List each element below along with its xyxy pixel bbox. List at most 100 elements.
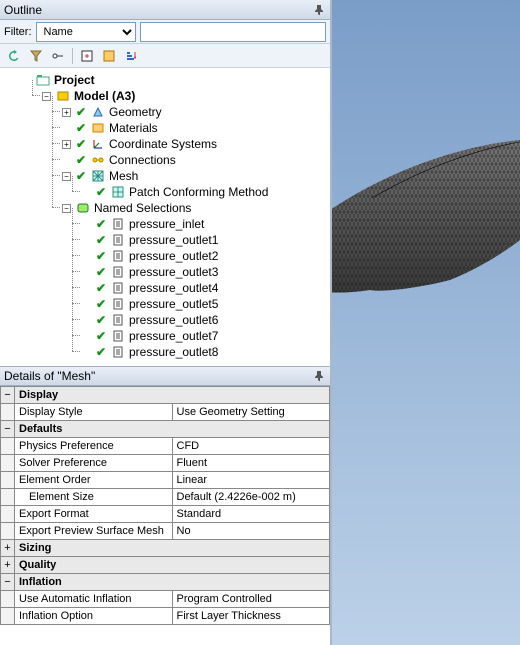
- tree-named-selection-item[interactable]: ✔ pressure_outlet6: [82, 312, 328, 328]
- check-icon: ✔: [75, 170, 87, 182]
- expand-icon[interactable]: +: [1, 557, 15, 574]
- check-icon: ✔: [95, 218, 107, 230]
- named-selections-icon: [75, 200, 91, 216]
- check-icon: ✔: [95, 330, 107, 342]
- filter-label: Filter:: [4, 26, 32, 38]
- tree-coord-systems[interactable]: + ✔ Coordinate Systems: [62, 136, 328, 152]
- tree-model[interactable]: − Model (A3): [42, 88, 328, 104]
- prop-key: Element Size: [15, 489, 173, 506]
- check-icon: ✔: [75, 138, 87, 150]
- tree-named-selection-item[interactable]: ✔pressure_outlet7: [82, 328, 328, 344]
- selection-icon: [110, 312, 126, 328]
- selection-icon: [110, 248, 126, 264]
- prop-value[interactable]: Fluent: [172, 455, 330, 472]
- selection-icon: [110, 296, 126, 312]
- selection-label: pressure_outlet6: [129, 313, 218, 328]
- prop-key: Display Style: [15, 404, 173, 421]
- collapse-icon[interactable]: −: [62, 204, 71, 213]
- connections-icon: [90, 152, 106, 168]
- prop-value[interactable]: Use Geometry Setting: [172, 404, 330, 421]
- pin-icon[interactable]: [312, 3, 326, 17]
- group-inflation[interactable]: Inflation: [15, 574, 330, 591]
- collapse-icon[interactable]: −: [1, 574, 15, 591]
- prop-key: Export Preview Surface Mesh: [15, 523, 173, 540]
- suppress-icon[interactable]: [99, 46, 119, 66]
- selection-label: pressure_outlet5: [129, 297, 218, 312]
- check-icon: ✔: [95, 282, 107, 294]
- tree-named-selection-item[interactable]: ✔pressure_outlet8: [82, 344, 328, 360]
- tree-geometry[interactable]: + ✔ Geometry: [62, 104, 328, 120]
- pin-icon[interactable]: [312, 369, 326, 383]
- tree-connections[interactable]: ✔ Connections: [62, 152, 328, 168]
- filter-type-select[interactable]: Name: [36, 22, 136, 42]
- expand-icon[interactable]: +: [62, 108, 71, 117]
- collapse-icon[interactable]: −: [1, 387, 15, 404]
- details-grid[interactable]: −Display Display StyleUse Geometry Setti…: [0, 386, 330, 645]
- tree-named-selection-item[interactable]: ✔ pressure_outlet5: [82, 296, 328, 312]
- check-icon: ✔: [75, 154, 87, 166]
- tree-materials[interactable]: ✔ Materials: [62, 120, 328, 136]
- filter-input[interactable]: [140, 22, 327, 42]
- project-icon: [35, 72, 51, 88]
- prop-value[interactable]: Program Controlled: [172, 591, 330, 608]
- tree-named-selection-item[interactable]: ✔pressure_inlet: [82, 216, 328, 232]
- axes-icon: [90, 136, 106, 152]
- toolbar-separator: [72, 48, 73, 64]
- prop-value[interactable]: No: [172, 523, 330, 540]
- expand-icon[interactable]: +: [62, 140, 71, 149]
- check-icon: ✔: [95, 298, 107, 310]
- materials-icon: [90, 120, 106, 136]
- collapse-icon[interactable]: −: [62, 172, 71, 181]
- group-quality[interactable]: Quality: [15, 557, 330, 574]
- outline-tree[interactable]: Project − Model (A3) + ✔: [0, 68, 330, 366]
- show-all-icon[interactable]: [77, 46, 97, 66]
- selection-icon: [110, 232, 126, 248]
- sort-icon[interactable]: [121, 46, 141, 66]
- check-icon: ✔: [95, 250, 107, 262]
- expand-icon[interactable]: +: [1, 540, 15, 557]
- clear-filter-icon[interactable]: [26, 46, 46, 66]
- check-icon: ✔: [75, 106, 87, 118]
- group-display[interactable]: Display: [15, 387, 330, 404]
- group-defaults[interactable]: Defaults: [15, 421, 330, 438]
- prop-key: Inflation Option: [15, 608, 173, 625]
- collapse-icon[interactable]: −: [1, 421, 15, 438]
- selection-label: pressure_outlet2: [129, 249, 218, 264]
- prop-value[interactable]: Standard: [172, 506, 330, 523]
- tree-project[interactable]: Project: [22, 72, 328, 88]
- group-sizing[interactable]: Sizing: [15, 540, 330, 557]
- check-icon: ✔: [95, 346, 107, 358]
- check-icon: ✔: [95, 234, 107, 246]
- selection-icon: [110, 216, 126, 232]
- tree-mesh[interactable]: − ✔ Mesh: [62, 168, 328, 184]
- mesh-icon: [90, 168, 106, 184]
- prop-value[interactable]: CFD: [172, 438, 330, 455]
- prop-value[interactable]: Default (2.4226e-002 m): [172, 489, 330, 506]
- prop-value[interactable]: First Layer Thickness: [172, 608, 330, 625]
- selection-icon: [110, 264, 126, 280]
- expand-icon[interactable]: [48, 46, 68, 66]
- tree-patch-conforming[interactable]: ✔ Patch Conforming Method: [82, 184, 328, 200]
- tree-named-selection-item[interactable]: ✔ pressure_outlet3: [82, 264, 328, 280]
- outline-title-bar: Outline: [0, 0, 330, 20]
- refresh-icon[interactable]: [4, 46, 24, 66]
- collapse-icon[interactable]: −: [42, 92, 51, 101]
- prop-key: Export Format: [15, 506, 173, 523]
- selection-label: pressure_outlet1: [129, 233, 218, 248]
- model-icon: [55, 88, 71, 104]
- prop-value[interactable]: Linear: [172, 472, 330, 489]
- prop-key: Element Order: [15, 472, 173, 489]
- viewport-3d[interactable]: [332, 0, 520, 645]
- tree-named-selections[interactable]: − Named Selections: [62, 200, 328, 216]
- tree-named-selection-item[interactable]: ✔ pressure_outlet2: [82, 248, 328, 264]
- details-title: Details of "Mesh": [4, 369, 95, 383]
- check-icon: ✔: [95, 266, 107, 278]
- selection-label: pressure_outlet3: [129, 265, 218, 280]
- filter-row: Filter: Name: [0, 20, 330, 44]
- outline-title: Outline: [4, 3, 42, 17]
- tree-named-selection-item[interactable]: ✔pressure_outlet4: [82, 280, 328, 296]
- selection-icon: [110, 280, 126, 296]
- tree-named-selection-item[interactable]: ✔ pressure_outlet1: [82, 232, 328, 248]
- check-icon: ✔: [95, 314, 107, 326]
- prop-key: Solver Preference: [15, 455, 173, 472]
